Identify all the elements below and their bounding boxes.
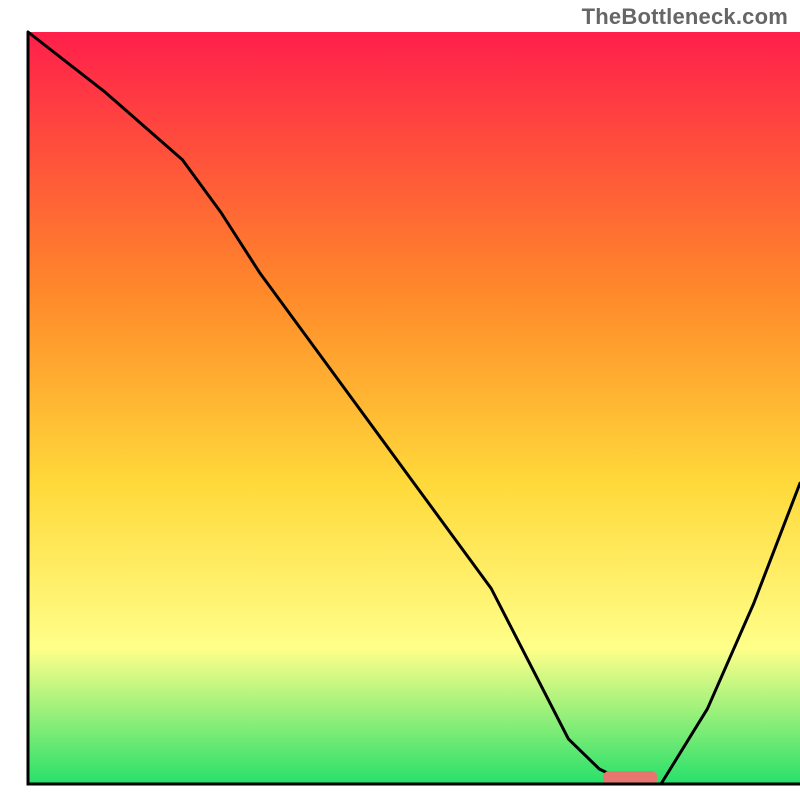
bottleneck-chart	[0, 0, 800, 800]
attribution-text: TheBottleneck.com	[582, 4, 788, 30]
plot-background	[28, 32, 800, 784]
chart-container: { "attribution": "TheBottleneck.com", "c…	[0, 0, 800, 800]
